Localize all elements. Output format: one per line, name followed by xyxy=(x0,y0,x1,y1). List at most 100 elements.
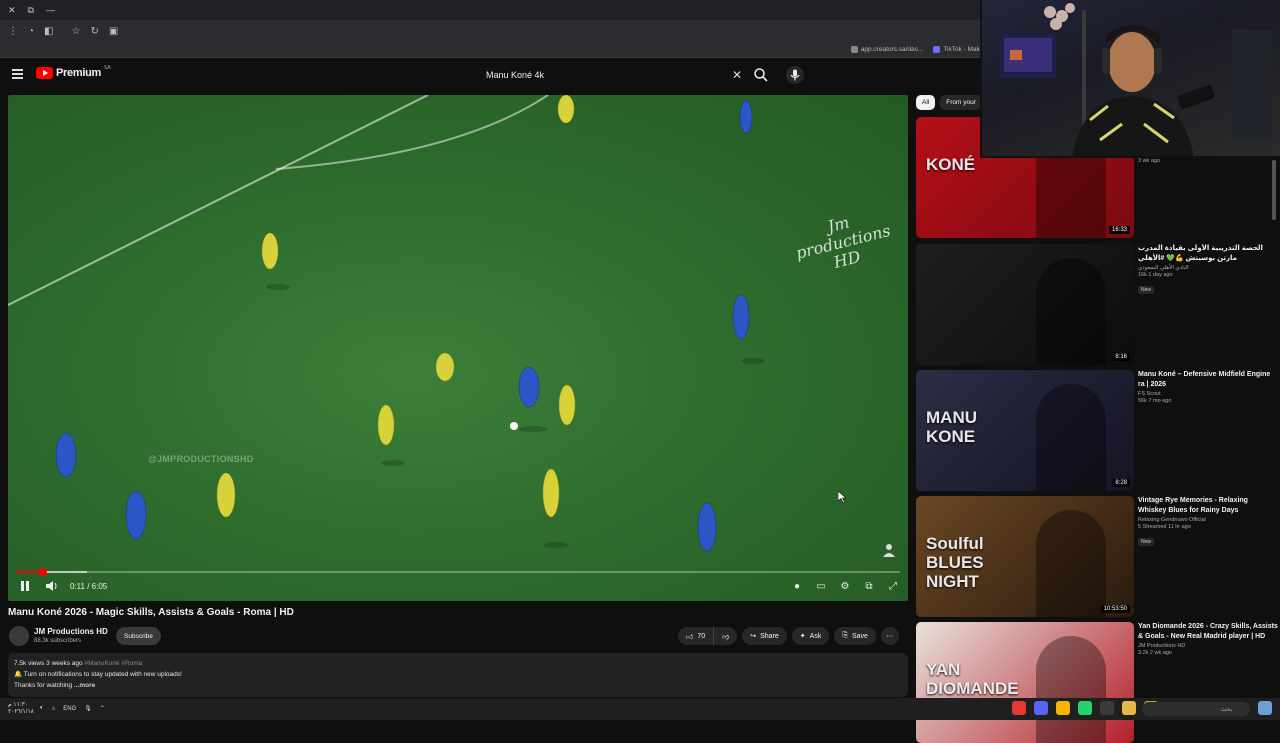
thumbs-up-icon: 👍︎ xyxy=(686,633,694,641)
filter-chip[interactable]: From your xyxy=(940,95,982,110)
widgets-icon[interactable] xyxy=(1258,701,1272,715)
rec-title: Yan Diomande 2026 - Crazy Skills, Assist… xyxy=(1138,623,1278,640)
hashtags[interactable]: #ManuKoné #Roma xyxy=(84,660,142,667)
discord-icon[interactable] xyxy=(1034,701,1048,715)
clear-search-icon[interactable]: ✕ xyxy=(732,68,742,82)
bookmark-icon: ⎘ xyxy=(842,632,848,639)
video-player[interactable]: Jm productions HD @JMPRODUCTIONSHD 0:11 … xyxy=(8,95,908,601)
recommended-video[interactable]: YAN DIOMANDE Yan Diomande 2026 - Crazy Sk… xyxy=(916,622,1278,743)
share-button[interactable]: ↪ Share xyxy=(742,627,787,645)
progress-bar[interactable] xyxy=(16,568,900,576)
channel-branding-icon[interactable] xyxy=(880,541,898,559)
save-button[interactable]: ⎘ Save xyxy=(834,627,876,645)
pause-icon[interactable] xyxy=(18,579,32,593)
speaker-icon[interactable]: 🔈︎ xyxy=(40,705,44,712)
language-indicator[interactable]: ENG xyxy=(63,706,76,712)
like-button[interactable]: 👍︎ 70 xyxy=(678,627,715,645)
thumbnail-text: YAN DIOMANDE xyxy=(926,660,1019,698)
minimize-window-icon[interactable]: — xyxy=(46,5,55,15)
description-stats-line: 7.5k views 3 weeks ago #ManuKoné #Roma xyxy=(14,658,902,669)
sparkle-icon: ✦ xyxy=(799,633,806,640)
autoplay-toggle-icon[interactable]: ● xyxy=(790,579,804,593)
description-line-2: Thanks for watching xyxy=(14,682,73,689)
chrome-icon[interactable] xyxy=(1056,701,1070,715)
history-icon[interactable]: ↻ xyxy=(90,26,98,37)
extension-icon[interactable]: ◔ xyxy=(28,26,34,37)
new-badge: New xyxy=(1138,538,1155,546)
recommended-video[interactable]: Soulful BLUES NIGHT 10:53:50 Vintage Rye M… xyxy=(916,496,1276,617)
rec-channel[interactable]: النادي الأهلي السعودي xyxy=(1138,265,1278,271)
video-description[interactable]: 7.5k views 3 weeks ago #ManuKoné #Roma 🔔… xyxy=(8,653,908,697)
time-display: 0:11 / 6:05 xyxy=(70,581,108,591)
recommended-video[interactable]: 8:16 الحصة التدريبية الأولى بقيادة المدرب… xyxy=(916,244,1276,365)
video-thumbnail[interactable]: 8:16 xyxy=(916,244,1134,365)
recommended-video[interactable]: MANU KONE 8:28 Manu Koné – Defensive Midfi… xyxy=(916,370,1276,491)
scrollbar[interactable] xyxy=(1272,160,1276,220)
video-title: Manu Koné 2026 - Magic Skills, Assists &… xyxy=(8,607,294,618)
logo-region: SA xyxy=(103,65,111,71)
more-menu-icon[interactable]: ⋮ xyxy=(8,26,18,37)
channel-name[interactable]: JM Productions HD xyxy=(34,627,108,636)
thumbnail-person xyxy=(1036,384,1106,491)
rec-stats: 56k 7 mo ago xyxy=(1138,398,1172,404)
rec-channel[interactable]: JM Productions HD xyxy=(1138,643,1278,649)
restore-window-icon[interactable]: ⧉ xyxy=(28,5,34,16)
extension-icon-2[interactable]: ◧ xyxy=(44,26,53,37)
ask-button[interactable]: ✦ Ask xyxy=(791,627,830,645)
app-icon-5[interactable] xyxy=(1100,701,1114,715)
share-icon: ↪ xyxy=(750,633,757,640)
clock-time: ١١:٣٠ م xyxy=(8,702,28,708)
app-icon-1[interactable] xyxy=(1012,701,1026,715)
show-more-link[interactable]: ...more xyxy=(74,682,95,689)
video-thumbnail[interactable]: Soulful BLUES NIGHT 10:53:50 xyxy=(916,496,1134,617)
progress-scrubber[interactable] xyxy=(38,568,47,576)
fullscreen-icon[interactable]: ⤢ xyxy=(886,579,900,593)
microphone-tray-icon[interactable]: 🎙︎ xyxy=(84,705,92,712)
player-controls-right: ● ▭ ⚙ ⧉ ⤢ xyxy=(790,579,900,593)
video-actions: 👍︎ 70 👎︎ ↪ Share ✦ Ask ⎘ Save ⋯ xyxy=(678,627,899,645)
like-dislike-group: 👍︎ 70 👎︎ xyxy=(678,627,738,645)
close-window-icon[interactable]: ✕ xyxy=(8,5,16,16)
youtube-play-icon xyxy=(36,67,53,79)
video-thumbnail[interactable]: MANU KONE 8:28 xyxy=(916,370,1134,491)
save-label: Save xyxy=(851,632,868,640)
taskbar-search[interactable]: بحث xyxy=(1142,702,1250,716)
rec-channel[interactable]: FS Scout xyxy=(1138,391,1278,397)
rec-title: الحصة التدريبية الأولى بقيادة المدرب مار… xyxy=(1138,245,1263,262)
filter-chip[interactable]: All xyxy=(916,95,936,110)
player-controls-left: 0:11 / 6:05 xyxy=(18,579,107,593)
video-thumbnail[interactable]: YAN DIOMANDE xyxy=(916,622,1134,743)
subscriber-count: 88.3k subscribers xyxy=(34,638,82,644)
tab-search-icon[interactable]: ▣ xyxy=(109,26,118,37)
bookmark-item[interactable]: app.creators.sa/das... xyxy=(850,46,923,53)
dislike-button[interactable]: 👎︎ xyxy=(714,627,738,645)
filter-chips: All From your xyxy=(916,95,982,110)
subtitles-icon[interactable]: ▭ xyxy=(814,579,828,593)
chevron-up-icon[interactable]: ⌃ xyxy=(100,705,105,712)
channel-avatar[interactable] xyxy=(9,626,29,646)
system-clock[interactable]: ١١:٣٠ م ٢٠٢٦/١/١٨ xyxy=(8,702,34,716)
video-meta: Vintage Rye Memories - Relaxing Whiskey … xyxy=(1138,496,1278,548)
microphone-icon[interactable] xyxy=(786,66,804,84)
rec-channel[interactable]: Relaxing Gendnuwo Official xyxy=(1138,517,1278,523)
menu-icon[interactable] xyxy=(12,69,23,79)
views-date: 7.5k views 3 weeks ago xyxy=(14,660,83,667)
file-explorer-icon[interactable] xyxy=(1122,701,1136,715)
rec-stats: 5 Streamed 11 hr ago xyxy=(1138,524,1191,530)
mouse-cursor-icon xyxy=(838,491,846,503)
search-icon[interactable] xyxy=(752,66,770,84)
whatsapp-icon[interactable] xyxy=(1078,701,1092,715)
bookmark-star-icon[interactable]: ☆ xyxy=(72,26,81,37)
thumbnail-text: Soulful BLUES NIGHT xyxy=(926,534,984,591)
youtube-premium-logo[interactable]: Premium SA xyxy=(36,65,111,79)
miniplayer-icon[interactable]: ⧉ xyxy=(862,579,876,593)
search-input[interactable]: Manu Koné 4k xyxy=(480,65,748,85)
more-actions-button[interactable]: ⋯ xyxy=(880,627,899,645)
like-count: 70 xyxy=(697,632,706,640)
subscribe-button[interactable]: Subscribe xyxy=(116,627,161,645)
settings-gear-icon[interactable]: ⚙ xyxy=(838,579,852,593)
video-duration: 16:33 xyxy=(1108,226,1130,234)
volume-icon[interactable] xyxy=(44,579,58,593)
network-icon[interactable]: ⌂ xyxy=(52,706,56,712)
channel-watermark-text: @JMPRODUCTIONSHD xyxy=(148,454,254,464)
